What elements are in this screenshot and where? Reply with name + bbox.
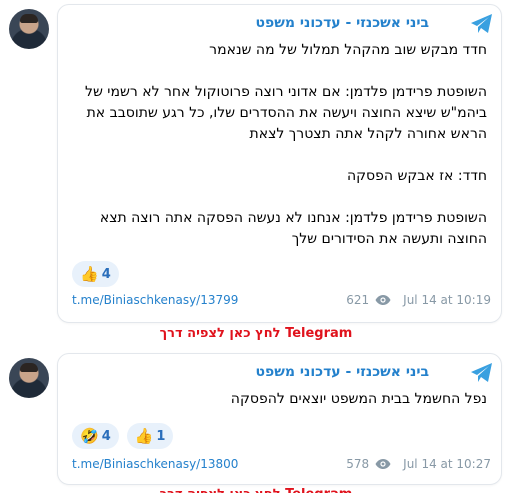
message-text: נפל החשמל בבית המשפט יוצאים להפסקה — [67, 389, 487, 410]
eye-icon — [375, 295, 391, 305]
reaction-thumbs-up[interactable]: 👍 1 — [126, 423, 174, 449]
channel-avatar[interactable] — [9, 358, 49, 398]
message-paragraph: חדד מבקש שוב מהקהל תמלול של מה שנאמר — [209, 42, 487, 58]
message-paragraph: השופטת פרידמן פלדמן: אם אדוני רוצה פרוטו… — [84, 84, 487, 142]
telegram-plane-icon — [471, 14, 492, 33]
eye-icon — [375, 459, 391, 469]
reaction-thumbs-up[interactable]: 👍 4 — [72, 261, 119, 287]
channel-name[interactable]: ביני אשכנזי - עדכוני משפט — [256, 15, 429, 31]
message-text: חדד מבקש שוב מהקהל תמלול של מה שנאמר השו… — [67, 40, 487, 250]
telegram-feed: ביני אשכנזי - עדכוני משפט חדד מבקש שוב מ… — [0, 0, 512, 493]
channel-avatar[interactable] — [9, 9, 49, 49]
thumbs-up-icon: 👍 — [80, 264, 99, 283]
post-meta: 621 Jul 14 at 10:19 — [346, 293, 491, 307]
message-card: ביני אשכנזי - עדכוני משפט נפל החשמל בבית… — [57, 353, 502, 485]
post-link[interactable]: t.me/Biniaschkenasy/13799 — [72, 293, 238, 307]
view-count: 578 — [346, 457, 370, 471]
message-footer: t.me/Biniaschkenasy/13800 578 Jul 14 at … — [72, 457, 491, 475]
thumbs-up-icon: 👍 — [134, 426, 154, 445]
reaction-count: 1 — [156, 428, 166, 444]
view-in-telegram-link[interactable]: לחץ כאן לצפיה דרך Telegram — [0, 487, 512, 493]
telegram-plane-icon — [471, 363, 492, 382]
post-date: Jul 14 at 10:19 — [403, 293, 491, 307]
rolling-laughing-icon: 🤣 — [80, 426, 99, 445]
post-meta: 578 Jul 14 at 10:27 — [346, 457, 491, 471]
post-date: Jul 14 at 10:27 — [403, 457, 491, 471]
reactions: 🤣 4 👍 1 — [72, 423, 174, 449]
reaction-laughing[interactable]: 🤣 4 — [72, 423, 119, 449]
message-footer: t.me/Biniaschkenasy/13799 621 Jul 14 at … — [72, 293, 491, 311]
view-count: 621 — [346, 293, 370, 307]
reactions: 👍 4 — [72, 261, 119, 287]
reaction-count: 4 — [101, 428, 111, 444]
message-paragraph: חדד: אז אבקש הפסקה — [346, 168, 487, 184]
message-card: ביני אשכנזי - עדכוני משפט חדד מבקש שוב מ… — [57, 4, 502, 323]
message-paragraph: השופטת פרידמן פלדמן: אנחנו לא נעשה הפסקה… — [99, 210, 487, 247]
view-in-telegram-link[interactable]: לחץ כאן לצפיה דרך Telegram — [0, 326, 512, 341]
message-paragraph: נפל החשמל בבית המשפט יוצאים להפסקה — [230, 391, 487, 407]
channel-name[interactable]: ביני אשכנזי - עדכוני משפט — [256, 364, 429, 380]
post-link[interactable]: t.me/Biniaschkenasy/13800 — [72, 457, 238, 471]
reaction-count: 4 — [101, 266, 111, 282]
